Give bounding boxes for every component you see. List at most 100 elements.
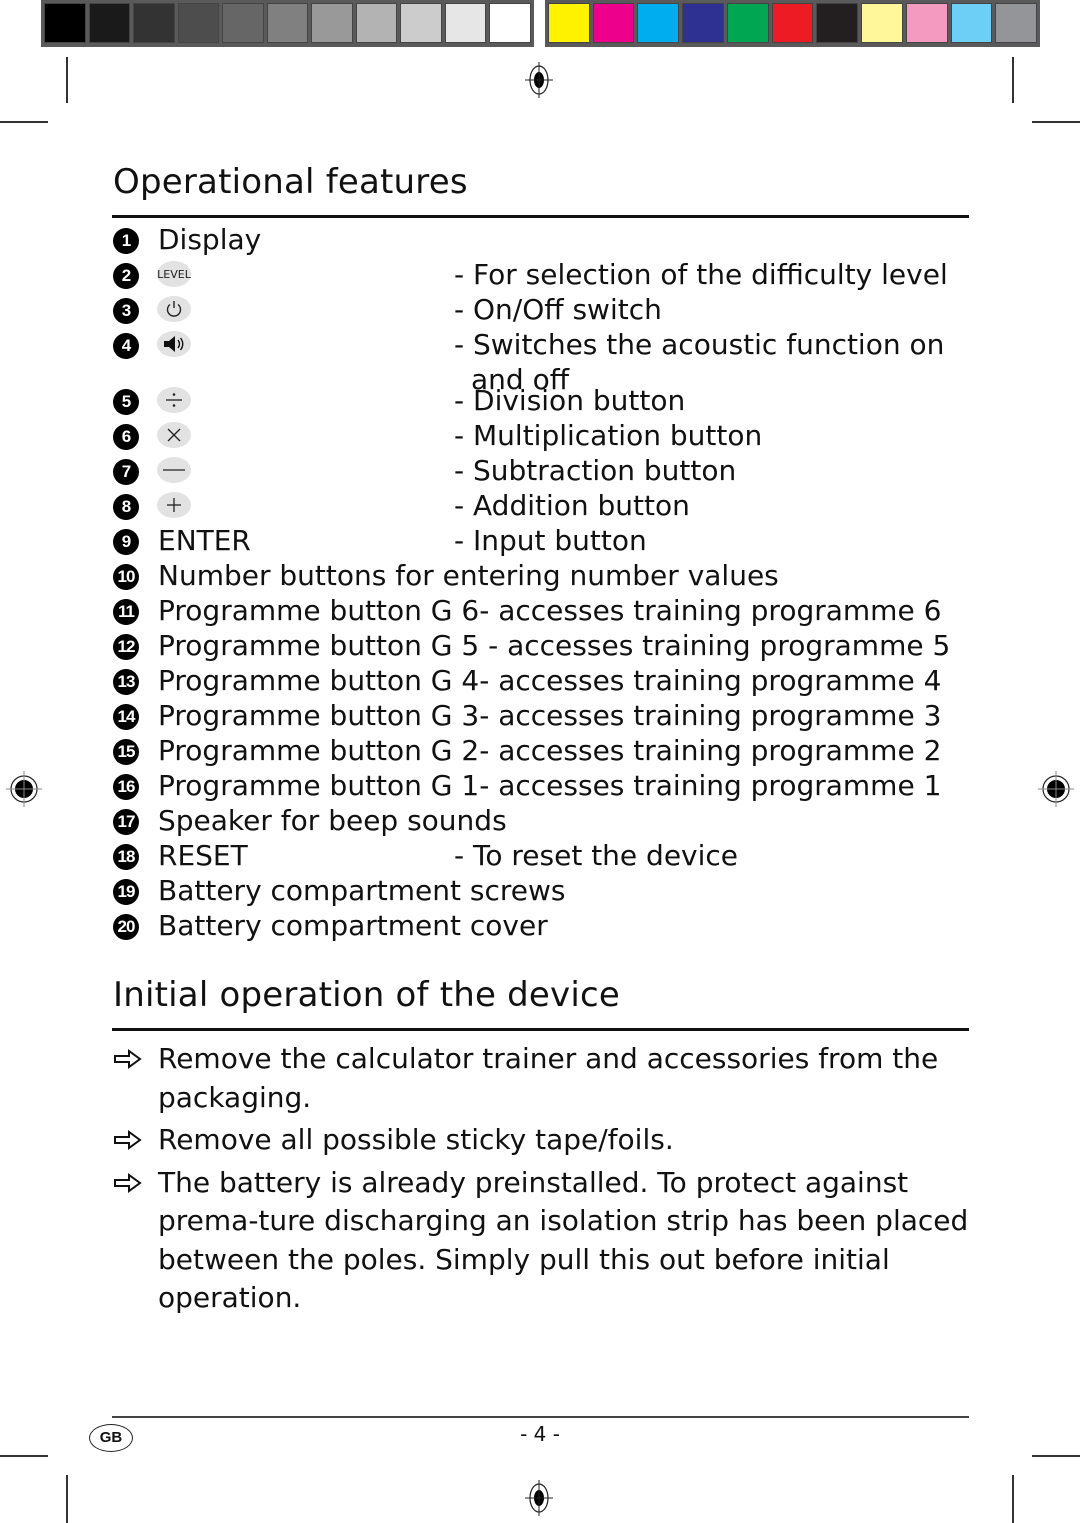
feature-item: 10 Number buttons for entering number va… (113, 558, 973, 593)
callout-number: 8 (113, 494, 139, 520)
feature-description: - accesses training programme 5 (488, 629, 951, 662)
section-rule (112, 1028, 969, 1031)
feature-description: - accesses training programme 6 (479, 594, 942, 627)
programme-button-label: Programme button G 3 (158, 699, 480, 732)
instruction-text: Remove the calculator trainer and access… (158, 1042, 939, 1114)
feature-item: 17 Speaker for beep sounds (113, 803, 973, 838)
callout-number: 11 (113, 599, 139, 625)
feature-label: ENTER (158, 524, 251, 557)
color-swatch (444, 3, 487, 43)
feature-description: - Addition button (454, 489, 690, 522)
level-key-icon: LEVEL (157, 261, 191, 287)
color-swatch (950, 3, 993, 43)
feature-description: - Subtraction button (454, 454, 737, 487)
color-swatch (133, 3, 175, 43)
callout-number: 4 (113, 333, 139, 359)
crop-mark (1012, 1475, 1014, 1523)
instruction-item: Remove the calculator trainer and access… (113, 1040, 973, 1117)
feature-item: 16 Programme button G 1- accesses traini… (113, 768, 973, 803)
color-swatch (548, 3, 590, 43)
callout-number: 12 (113, 634, 139, 660)
instruction-text: Remove all possible sticky tape/foils. (158, 1123, 674, 1156)
color-swatch (489, 3, 532, 43)
callout-number: 5 (113, 389, 139, 415)
level-key-label: LEVEL (157, 267, 191, 281)
programme-button-label: Programme button G 5 (158, 629, 489, 662)
callout-number: 1 (113, 228, 139, 254)
crop-mark (66, 1475, 68, 1523)
feature-description: - Multiplication button (454, 419, 763, 452)
feature-label: Number buttons for entering number value… (158, 559, 779, 592)
divide-key-icon (157, 387, 191, 413)
callout-number: 15 (113, 739, 139, 765)
callout-number: 14 (113, 704, 139, 730)
callout-number: 17 (113, 809, 139, 835)
registration-mark-icon (6, 771, 42, 807)
color-swatch (637, 3, 680, 43)
feature-description: - accesses training programme 3 (479, 699, 942, 732)
feature-item: 12 Programme button G 5 - accesses train… (113, 628, 973, 663)
crop-mark (1032, 121, 1080, 123)
feature-label: Programme button G 4- accesses training … (158, 663, 941, 698)
feature-item: 4 - Switches the acoustic function on an… (113, 327, 973, 396)
feature-item: 3 - On/Off switch (113, 292, 973, 327)
color-swatch (400, 3, 442, 43)
color-swatch (905, 3, 948, 43)
callout-number: 20 (113, 914, 139, 940)
color-swatch (771, 3, 814, 43)
power-key-icon (157, 296, 191, 322)
callout-number: 6 (113, 424, 139, 450)
feature-description: - accesses training programme 2 (479, 734, 942, 767)
programme-button-label: Programme button G 4 (158, 664, 480, 697)
instruction-item: The battery is already preinstalled. To … (113, 1164, 973, 1318)
feature-item: 6 - Multiplication button (113, 418, 973, 453)
callout-number: 10 (113, 564, 139, 590)
feature-item: 14 Programme button G 3- accesses traini… (113, 698, 973, 733)
crop-mark (1032, 1455, 1080, 1457)
arrow-right-icon (114, 1130, 142, 1150)
feature-description: - On/Off switch (454, 293, 662, 326)
color-swatch (592, 3, 635, 43)
registration-mark-icon (1038, 771, 1074, 807)
section-title-initial-operation: Initial operation of the device (113, 975, 621, 1015)
callout-number: 18 (113, 844, 139, 870)
color-swatch (816, 3, 859, 43)
callout-number: 19 (113, 879, 139, 905)
callout-number: 9 (113, 529, 139, 555)
callout-number: 7 (113, 459, 139, 485)
instruction-item: Remove all possible sticky tape/foils. (113, 1121, 973, 1160)
feature-item: 18 RESET - To reset the device (113, 838, 973, 873)
registration-mark-icon (525, 1480, 553, 1516)
feature-label: Display (158, 223, 262, 256)
feature-label: Programme button G 5 - accesses training… (158, 628, 950, 663)
color-swatch (355, 3, 398, 43)
color-swatch (177, 3, 220, 43)
feature-item: 8 - Addition button (113, 488, 973, 523)
feature-item: 2 LEVEL - For selection of the difficult… (113, 257, 973, 292)
feature-label: RESET (158, 839, 248, 872)
feature-item: 1 Display (113, 222, 973, 257)
plus-key-icon (157, 492, 191, 518)
color-swatch (44, 3, 86, 43)
feature-item: 13 Programme button G 4- accesses traini… (113, 663, 973, 698)
color-swatch (311, 3, 353, 43)
page-number: - 4 - (520, 1422, 560, 1446)
feature-item: 15 Programme button G 2- accesses traini… (113, 733, 973, 768)
section-title-operational-features: Operational features (113, 162, 468, 202)
instruction-text: The battery is already preinstalled. To … (158, 1165, 969, 1315)
feature-description: - accesses training programme 4 (479, 664, 942, 697)
feature-list: 1 Display 2 LEVEL - For selection of the… (113, 222, 973, 943)
feature-label: Speaker for beep sounds (158, 804, 507, 837)
arrow-right-icon (114, 1172, 142, 1193)
color-swatch (861, 3, 903, 43)
color-swatch (682, 3, 724, 43)
callout-number: 3 (113, 298, 139, 324)
feature-description: - Input button (454, 524, 647, 557)
arrow-right-icon (114, 1049, 142, 1069)
feature-description: - For selection of the difficulty level (454, 258, 948, 291)
feature-label: Programme button G 3- accesses training … (158, 698, 941, 733)
crop-mark (0, 1455, 48, 1457)
feature-description: - accesses training programme 1 (479, 769, 942, 802)
feature-label: Battery compartment screws (158, 874, 566, 907)
speaker-key-icon (157, 331, 191, 357)
